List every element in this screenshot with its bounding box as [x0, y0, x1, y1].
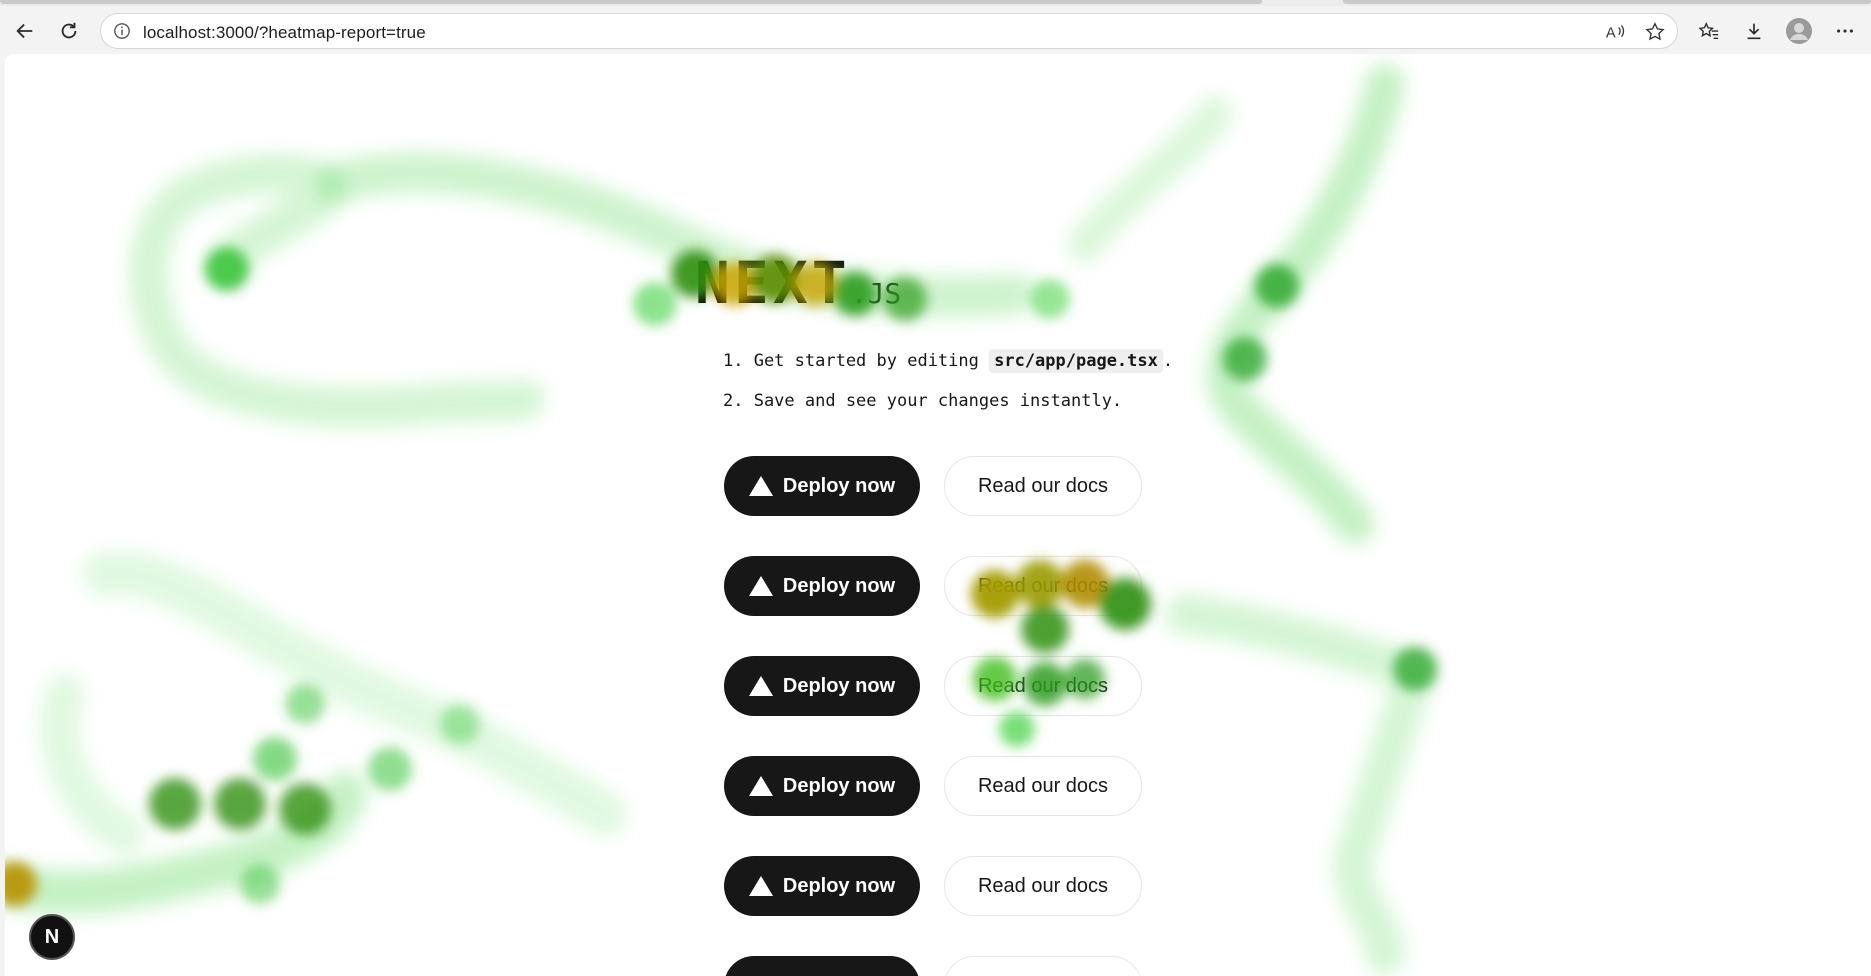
deploy-now-button[interactable]: Deploy now	[724, 756, 920, 816]
download-icon[interactable]	[1737, 14, 1771, 48]
deploy-now-button[interactable]: Deploy now	[724, 656, 920, 716]
vercel-triangle-icon	[748, 576, 773, 596]
address-bar[interactable]: localhost:3000/?heatmap-report=true A	[100, 13, 1678, 49]
deploy-now-button-partial[interactable]	[724, 956, 920, 976]
browser-toolbar: localhost:3000/?heatmap-report=true A	[0, 6, 1871, 54]
page-viewport: NEXT.JS 1. Get started by editing src/ap…	[5, 54, 1871, 976]
deploy-now-button[interactable]: Deploy now	[724, 856, 920, 916]
page-main: NEXT.JS 1. Get started by editing src/ap…	[5, 54, 1871, 976]
read-docs-button[interactable]: Read our docs	[944, 856, 1142, 916]
tab-active[interactable]	[0, 0, 1262, 4]
vercel-triangle-icon	[748, 476, 773, 496]
code-filename: src/app/page.tsx	[989, 349, 1163, 373]
vercel-triangle-icon	[748, 676, 773, 696]
favorite-star-icon[interactable]	[1643, 20, 1667, 44]
svg-text:A: A	[1606, 26, 1616, 42]
read-docs-button-partial[interactable]	[944, 956, 1142, 976]
url-text[interactable]: localhost:3000/?heatmap-report=true	[143, 23, 426, 43]
nextjs-logo: NEXT.JS	[695, 249, 902, 317]
deploy-now-button[interactable]: Deploy now	[724, 556, 920, 616]
favorites-icon[interactable]	[1692, 14, 1726, 48]
nextjs-dev-badge[interactable]: N	[29, 914, 75, 960]
step-1: 1. Get started by editing src/app/page.t…	[723, 349, 1174, 373]
back-icon[interactable]	[8, 14, 42, 48]
refresh-icon[interactable]	[52, 14, 86, 48]
read-docs-button[interactable]: Read our docs	[944, 756, 1142, 816]
profile-avatar-icon[interactable]	[1782, 14, 1816, 48]
read-docs-button[interactable]: Read our docs	[944, 656, 1142, 716]
vercel-triangle-icon	[748, 776, 773, 796]
tab-inactive[interactable]	[1343, 0, 1871, 4]
deploy-now-button[interactable]: Deploy now	[724, 456, 920, 516]
more-menu-icon[interactable]	[1828, 14, 1862, 48]
read-docs-button[interactable]: Read our docs	[944, 556, 1142, 616]
site-info-icon[interactable]	[113, 22, 131, 40]
vercel-triangle-icon	[748, 876, 773, 896]
step-2: 2. Save and see your changes instantly.	[723, 391, 1123, 411]
read-docs-button[interactable]: Read our docs	[944, 456, 1142, 516]
read-aloud-icon[interactable]: A	[1603, 20, 1627, 44]
